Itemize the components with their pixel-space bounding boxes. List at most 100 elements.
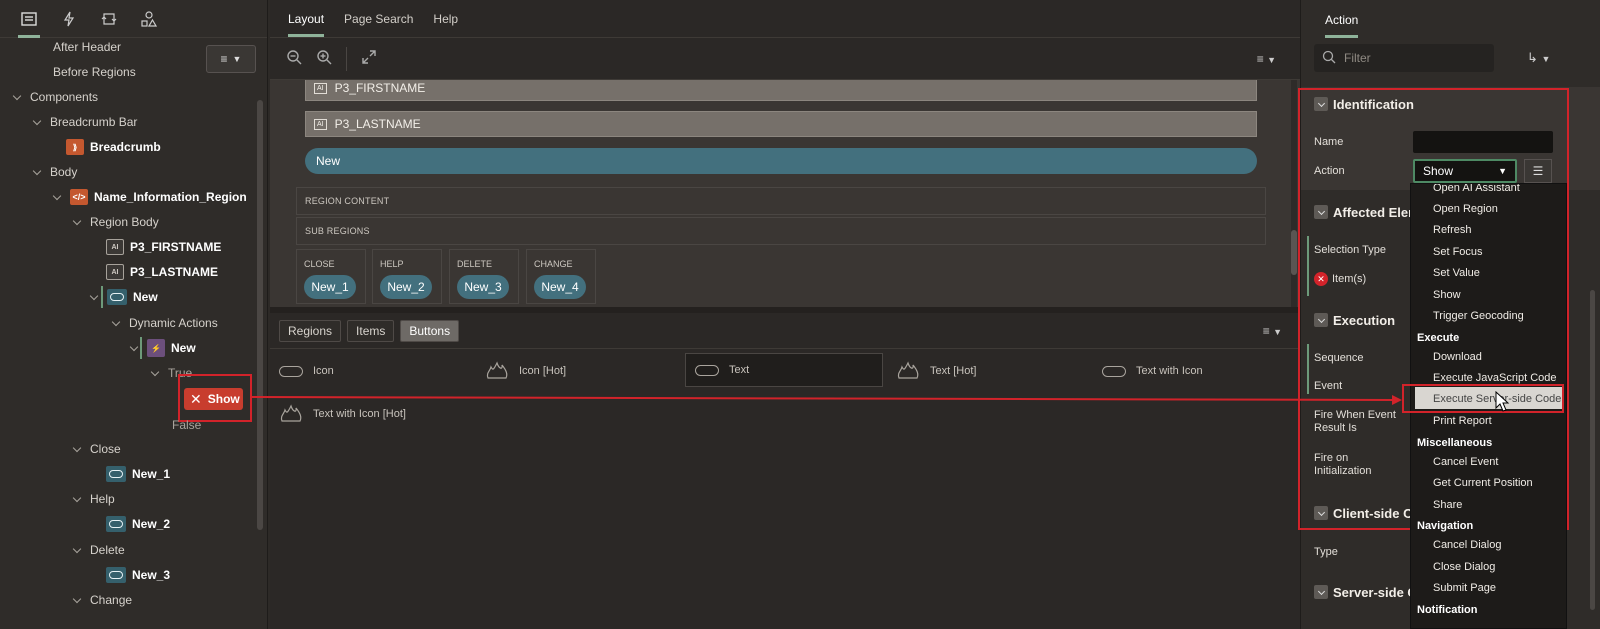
gallery-tab-regions[interactable]: Regions	[279, 319, 342, 342]
go-to-group-button[interactable]: ↳ ▼	[1527, 50, 1550, 66]
gallery-tab-buttons[interactable]: Buttons	[400, 319, 460, 342]
chevron-down-icon[interactable]	[72, 545, 82, 555]
dropdown-option[interactable]: Show	[1433, 289, 1461, 301]
chevron-down-icon[interactable]	[32, 167, 42, 177]
gallery-item[interactable]: Text [Hot]	[887, 354, 1092, 388]
chevron-down-icon[interactable]	[72, 217, 82, 227]
canvas-new-button[interactable]: New	[305, 148, 1257, 174]
chevron-down-icon[interactable]	[32, 117, 42, 127]
button-icon	[106, 567, 126, 583]
gallery-item[interactable]: Text	[685, 353, 883, 387]
tree-node-item[interactable]: AI P3_FIRSTNAME	[106, 236, 221, 258]
tab-action[interactable]: Action	[1325, 0, 1359, 38]
tree-node-button[interactable]: New	[89, 286, 158, 308]
rendering-tab-icon[interactable]	[18, 10, 40, 38]
dropdown-option[interactable]: Close Dialog	[1433, 561, 1495, 573]
zoom-out-icon[interactable]	[286, 49, 302, 68]
sub-regions-position[interactable]: SUB REGIONS	[296, 217, 1266, 245]
dropdown-option[interactable]: Share	[1433, 499, 1462, 511]
gallery-menu-button[interactable]: ≡ ▼	[1263, 324, 1282, 338]
canvas-button[interactable]: New_3	[457, 275, 509, 299]
dropdown-option[interactable]: Refresh	[1433, 224, 1472, 236]
tree-node-button[interactable]: New_2	[106, 513, 170, 535]
shared-components-tab-icon[interactable]	[140, 10, 158, 28]
region-content-position[interactable]: REGION CONTENT	[296, 187, 1266, 215]
processing-tab-icon[interactable]	[100, 10, 118, 28]
tree-node[interactable]: After Header	[53, 36, 121, 58]
tree-node[interactable]: Help	[72, 488, 115, 510]
gallery-item[interactable]: Text with Icon	[1093, 354, 1298, 388]
chevron-down-icon[interactable]	[150, 368, 160, 378]
zoom-in-icon[interactable]	[316, 49, 332, 68]
canvas-button[interactable]: New_1	[304, 275, 356, 299]
tree-node[interactable]: Body	[32, 161, 77, 183]
page-item-icon: AI	[314, 82, 327, 94]
chevron-down-icon[interactable]	[89, 292, 99, 302]
position-label: DELETE	[457, 259, 493, 269]
dropdown-option[interactable]: Trigger Geocoding	[1433, 310, 1524, 322]
canvas-scrollbar[interactable]	[1291, 80, 1297, 307]
property-filter-input[interactable]: Filter	[1314, 44, 1494, 72]
tab-page-search[interactable]: Page Search	[344, 12, 413, 37]
tree-node-components[interactable]: Components	[12, 86, 98, 108]
layout-menu-button[interactable]: ≡ ▼	[1257, 52, 1276, 66]
chevron-down-icon[interactable]	[12, 92, 22, 102]
chevron-down-icon[interactable]	[129, 343, 139, 353]
button-position-close[interactable]: CLOSE New_1	[296, 249, 366, 304]
tree-node-dynamic-action[interactable]: ⚡ New	[129, 337, 196, 359]
tree-node-breadcrumb[interactable]: ⟫ Breadcrumb	[66, 136, 161, 158]
layout-canvas[interactable]: AI P3_FIRSTNAME AI P3_LASTNAME New REGION …	[270, 80, 1300, 307]
tree-node[interactable]: Delete	[72, 539, 125, 561]
gallery-item[interactable]: Icon	[270, 354, 475, 388]
property-scrollbar[interactable]	[1590, 290, 1595, 610]
dropdown-option[interactable]: Set Value	[1433, 267, 1480, 279]
dropdown-option[interactable]: Print Report	[1433, 415, 1492, 427]
tree-node-label: New_1	[132, 467, 171, 481]
tree-node[interactable]: Change	[72, 589, 132, 611]
tree-scrollbar[interactable]	[257, 100, 263, 530]
chevron-down-icon[interactable]	[52, 192, 62, 202]
dropdown-option[interactable]: Cancel Dialog	[1433, 539, 1501, 551]
tree-node-item[interactable]: AI P3_LASTNAME	[106, 261, 218, 283]
tree-node-action-show[interactable]: ✕ Show	[184, 388, 243, 410]
button-position-help[interactable]: HELP New_2	[372, 249, 442, 304]
chevron-down-icon[interactable]	[72, 595, 82, 605]
chevron-down-icon[interactable]	[72, 494, 82, 504]
tree-menu-button[interactable]: ≡ ▼	[206, 45, 256, 73]
page-item-icon: AI	[106, 264, 124, 280]
tab-layout[interactable]: Layout	[288, 12, 325, 37]
section-server-side[interactable]: Server-side Co	[1314, 582, 1425, 602]
button-position-change[interactable]: CHANGE New_4	[526, 249, 596, 304]
tree-node-button[interactable]: New_1	[106, 463, 170, 485]
canvas-item[interactable]: AI P3_LASTNAME	[305, 111, 1257, 137]
tree-node[interactable]: Breadcrumb Bar	[32, 111, 137, 133]
dropdown-option[interactable]: Set Focus	[1433, 246, 1483, 258]
button-position-delete[interactable]: DELETE New_3	[449, 249, 519, 304]
tree-node[interactable]: False	[172, 414, 201, 436]
canvas-item[interactable]: AI P3_FIRSTNAME	[305, 80, 1257, 101]
dropdown-option[interactable]: Open AI Assistant	[1433, 184, 1520, 194]
tree-node-label: After Header	[53, 40, 122, 54]
tree-node-region[interactable]: </> Name_Information_Region	[52, 186, 247, 208]
expand-icon[interactable]	[361, 49, 377, 68]
dropdown-option[interactable]: Submit Page	[1433, 582, 1496, 594]
gallery-item[interactable]: Icon [Hot]	[476, 354, 681, 388]
chevron-down-icon[interactable]	[72, 444, 82, 454]
canvas-button[interactable]: New_4	[534, 275, 586, 299]
dropdown-option[interactable]: Get Current Position	[1433, 477, 1533, 489]
tab-help[interactable]: Help	[433, 12, 458, 37]
tree-node-button[interactable]: New_3	[106, 564, 170, 586]
tree-node-label: Components	[30, 90, 99, 104]
canvas-button[interactable]: New_2	[380, 275, 432, 299]
gallery-tab-items[interactable]: Items	[347, 319, 395, 342]
dropdown-option[interactable]: Download	[1433, 351, 1482, 363]
tree-node[interactable]: Close	[72, 438, 121, 460]
tree-node[interactable]: Region Body	[72, 211, 159, 233]
tree-node[interactable]: Dynamic Actions	[111, 312, 218, 334]
tree-node[interactable]: Before Regions	[53, 61, 136, 83]
dynamic-actions-tab-icon[interactable]	[60, 10, 78, 28]
dropdown-option[interactable]: Open Region	[1433, 203, 1498, 215]
chevron-down-icon[interactable]	[111, 318, 121, 328]
dropdown-option[interactable]: Cancel Event	[1433, 456, 1498, 468]
dropdown-option[interactable]: Execute JavaScript Code	[1433, 372, 1557, 384]
